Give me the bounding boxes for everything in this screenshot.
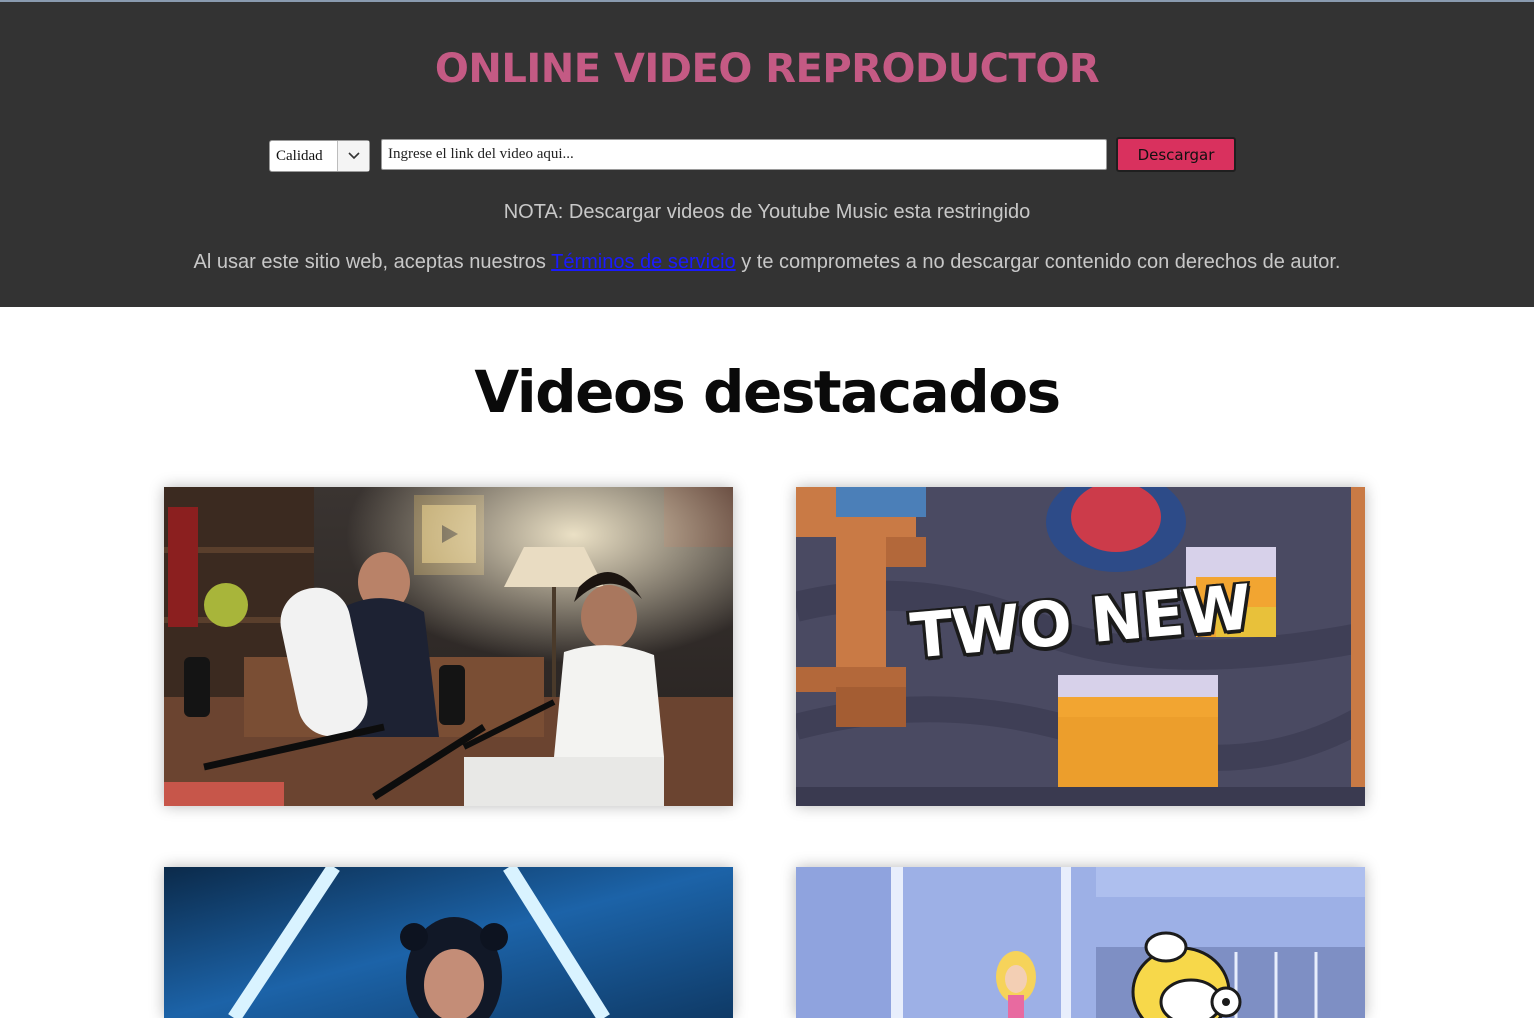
site-header: ONLINE VIDEO REPRODUCTOR Calidad Ingrese… (0, 0, 1534, 307)
site-title: ONLINE VIDEO REPRODUCTOR (434, 46, 1100, 92)
video-thumbnail (164, 487, 733, 806)
featured-videos-title: Videos destacados (474, 358, 1061, 426)
video-card[interactable] (796, 867, 1365, 1018)
video-thumbnail (164, 867, 733, 1018)
quality-select-value: Calidad (276, 148, 323, 164)
quality-select[interactable]: Calidad (269, 140, 370, 172)
video-url-input[interactable]: Ingrese el link del video aqui... (381, 139, 1107, 170)
terms-of-service-link[interactable]: Términos de servicio (551, 251, 736, 273)
video-card[interactable] (164, 487, 733, 806)
video-thumbnail (796, 867, 1365, 1018)
terms-text-before: Al usar este sitio web, aceptas nuestros (193, 251, 552, 273)
chevron-down-icon (337, 141, 369, 171)
terms-notice: Al usar este sitio web, aceptas nuestros… (0, 251, 1534, 274)
video-card[interactable] (164, 867, 733, 1018)
download-button[interactable]: Descargar (1116, 137, 1236, 172)
youtube-music-note: NOTA: Descargar videos de Youtube Music … (503, 201, 1031, 223)
terms-text-after: y te comprometes a no descargar contenid… (735, 251, 1341, 273)
video-card[interactable]: TWO NEW (796, 487, 1365, 806)
